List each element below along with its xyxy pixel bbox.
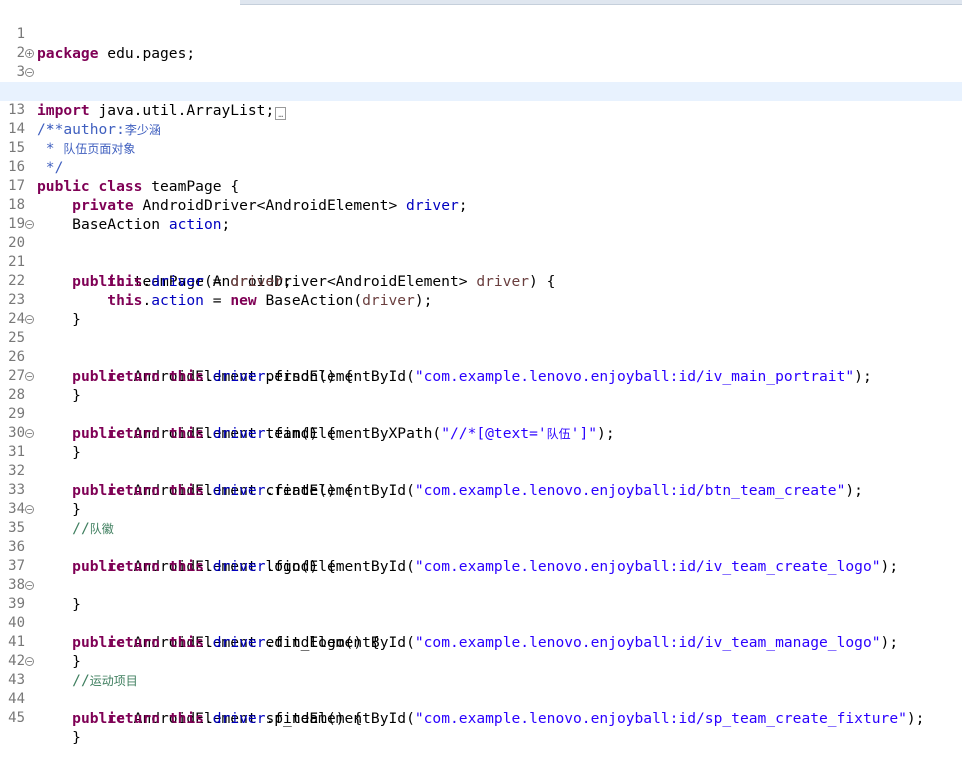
code-line: 12 − /** — [0, 63, 962, 138]
code-text: return this.driver.findElementById("com.… — [107, 710, 925, 727]
code-line: 3 + import java.util.ArrayList;… — [0, 44, 962, 120]
code-line: 42 //运动项目 — [0, 633, 962, 689]
code-line: 1 package edu.pages; — [0, 6, 962, 62]
line-number: 45 — [8, 710, 25, 726]
fold-collapse-icon[interactable]: − — [25, 505, 34, 514]
code-line: 45 } — [0, 690, 962, 746]
code-editor[interactable]: 1 package edu.pages; 2 3 + import java.u… — [0, 6, 962, 746]
fold-collapse-icon[interactable]: − — [25, 581, 34, 590]
code-line: 2 — [0, 25, 962, 61]
code-line: 24 — [0, 291, 962, 327]
code-line: 33 } — [0, 462, 962, 518]
code-line: 20 − public teamPage(AndroidDriver<Andro… — [0, 215, 962, 290]
code-line: 35 − public AndroidElement logo() { — [0, 500, 962, 575]
code-line: 27 } — [0, 348, 962, 404]
code-line: 23 } — [0, 272, 962, 328]
current-line: 13 * author:李少涵 — [0, 82, 962, 138]
code-line: 25 − public AndroidElement person() { — [0, 310, 962, 385]
fold-collapse-icon[interactable]: − — [25, 429, 34, 438]
code-line: 34 //队徽 — [0, 481, 962, 537]
code-line: 43 − public AndroidElement sp_team() { — [0, 652, 962, 727]
code-line: 30 } — [0, 405, 962, 461]
fold-collapse-icon[interactable]: − — [25, 315, 34, 324]
code-line: 14 * 队伍页面对象 — [0, 101, 962, 157]
code-line: 22 this.action = new BaseAction(driver); — [0, 253, 962, 309]
code-line: 40 return this.driver.findElementById("c… — [0, 595, 962, 651]
fold-expand-icon[interactable]: + — [25, 49, 34, 58]
code-line: 32 return this.driver.findElementById("c… — [0, 443, 962, 499]
code-line: 38 } — [0, 557, 962, 613]
code-line: 28 − public AndroidElement team() { — [0, 367, 962, 442]
code-line: 18 BaseAction action; — [0, 177, 962, 233]
code-line: 44 return this.driver.findElementById("c… — [0, 671, 962, 727]
fold-collapse-icon[interactable]: − — [25, 372, 34, 381]
code-line: 19 — [0, 196, 962, 232]
code-line: 39 − public AndroidElement edit_logo() { — [0, 576, 962, 651]
code-text: } — [72, 729, 81, 746]
fold-collapse-icon[interactable]: − — [25, 657, 34, 666]
code-line: 26 return this.driver.findElementById("c… — [0, 329, 962, 385]
editor-top-strip — [240, 0, 962, 5]
code-line: 36 return this.driver.findElementById("c… — [0, 519, 962, 575]
fold-collapse-icon[interactable]: − — [25, 68, 34, 77]
fold-collapse-icon[interactable]: − — [25, 220, 34, 229]
code-line: 15 */ — [0, 120, 962, 176]
code-line: 31 − public AndroidElement create() { — [0, 424, 962, 499]
code-line: 17 private AndroidDriver<AndroidElement>… — [0, 158, 962, 214]
code-line: 21 this.driver = driver; — [0, 234, 962, 290]
code-line: 37 — [0, 538, 962, 574]
code-line: 29 return this.driver.findElementByXPath… — [0, 386, 962, 442]
code-line: 41 } — [0, 614, 962, 670]
code-line: 16 public class teamPage { — [0, 139, 962, 195]
